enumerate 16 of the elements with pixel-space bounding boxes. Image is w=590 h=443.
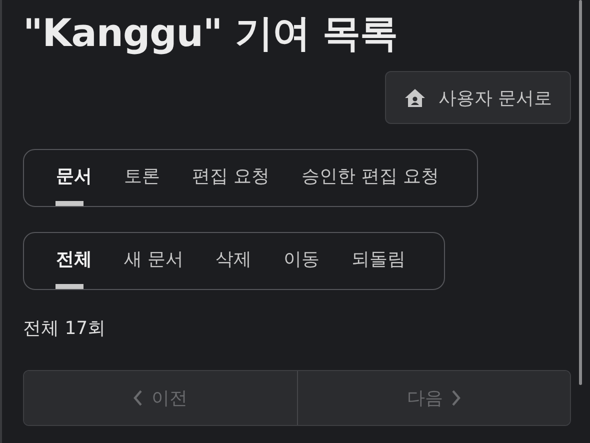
namespace-tab[interactable]: 문서 [42,150,106,206]
type-tab[interactable]: 삭제 [202,233,266,289]
page-title: "Kanggu" 기여 목록 [23,10,399,56]
type-tab[interactable]: 새 문서 [110,233,198,289]
chevron-left-icon [133,389,144,407]
user-document-button[interactable]: 사용자 문서로 [385,71,571,124]
namespace-tab[interactable]: 승인한 편집 요청 [288,150,454,206]
chevron-right-icon [450,389,461,407]
type-tab[interactable]: 되돌림 [338,233,420,289]
type-tab[interactable]: 전체 [42,233,106,289]
contribution-count: 전체 17회 [23,317,107,340]
namespace-tab[interactable]: 토론 [110,150,174,206]
home-user-icon [404,88,426,108]
namespace-tab[interactable]: 편집 요청 [178,150,284,206]
type-tab[interactable]: 이동 [270,233,334,289]
scrollbar[interactable] [579,0,582,385]
